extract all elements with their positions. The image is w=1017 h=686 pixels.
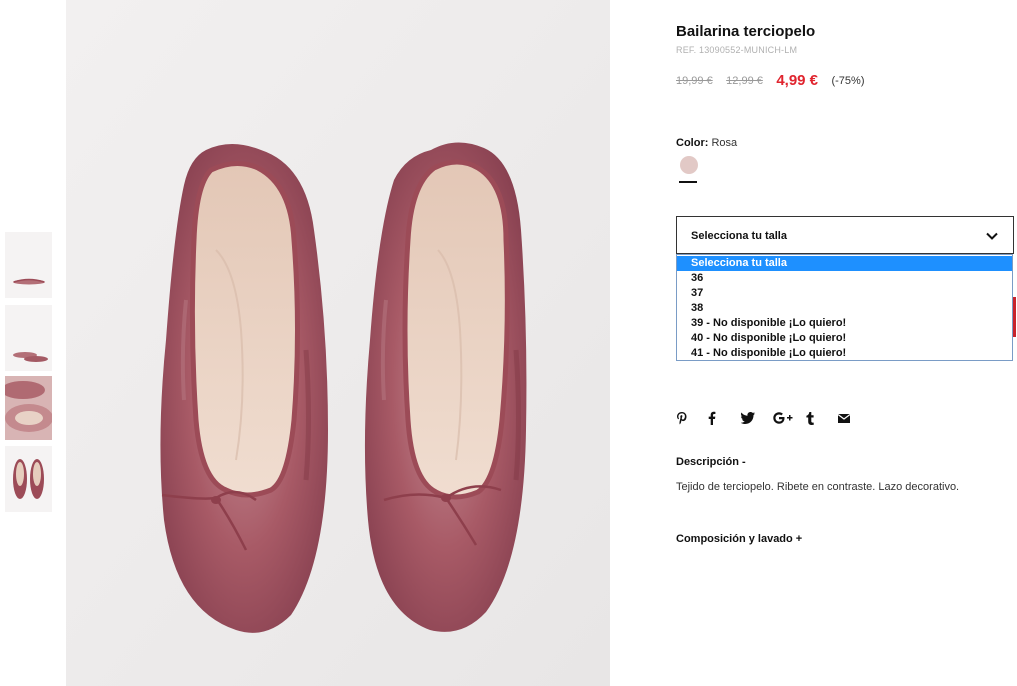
- previous-price: 12,99 €: [726, 74, 763, 87]
- tumblr-icon[interactable]: [806, 410, 834, 426]
- discount-percentage: (-75%): [831, 74, 865, 87]
- size-option[interactable]: Selecciona tu talla: [677, 256, 1012, 271]
- pinterest-icon[interactable]: [676, 410, 704, 426]
- size-select[interactable]: Selecciona tu talla: [676, 216, 1014, 254]
- google-plus-icon[interactable]: [773, 410, 801, 426]
- size-option[interactable]: 40 - No disponible ¡Lo quiero!: [677, 331, 1012, 346]
- facebook-icon[interactable]: [708, 410, 736, 426]
- color-label-title: Color:: [676, 137, 709, 149]
- color-value: Rosa: [711, 137, 738, 149]
- size-dropdown-list: Selecciona tu talla 36 37 38 39 - No dis…: [676, 254, 1013, 361]
- thumbnail-detail[interactable]: [5, 376, 52, 440]
- product-title: Bailarina terciopelo: [676, 23, 816, 40]
- thumbnail-side-view[interactable]: [5, 232, 52, 298]
- twitter-icon[interactable]: [740, 410, 769, 426]
- description-text: Tejido de terciopelo. Ribete en contrast…: [676, 481, 960, 493]
- original-price: 19,99 €: [676, 74, 713, 87]
- thumbnail-gallery: [5, 0, 53, 686]
- product-info-panel: Bailarina terciopelo REF. 13090552-MUNIC…: [676, 0, 1016, 686]
- price-block: 19,99 € 12,99 € 4,99 € (-75%): [676, 72, 865, 92]
- size-option[interactable]: 39 - No disponible ¡Lo quiero!: [677, 316, 1012, 331]
- selected-swatch-indicator: [679, 181, 697, 183]
- color-swatch-rosa[interactable]: [680, 156, 698, 174]
- email-icon[interactable]: [837, 410, 866, 426]
- add-to-cart-button-edge[interactable]: [1013, 297, 1016, 337]
- color-label: Color: Rosa: [676, 137, 737, 149]
- right-shoe: [364, 142, 527, 632]
- size-option[interactable]: 37: [677, 286, 1012, 301]
- product-main-image: [66, 0, 610, 686]
- sale-price: 4,99 €: [776, 72, 819, 90]
- size-select-value: Selecciona tu talla: [691, 230, 787, 242]
- size-option[interactable]: 38: [677, 301, 1012, 316]
- thumbnail-top-view[interactable]: [5, 446, 52, 512]
- social-share-bar: [676, 409, 866, 427]
- product-reference: REF. 13090552-MUNICH-LM: [676, 45, 798, 55]
- chevron-down-icon: [986, 232, 998, 240]
- size-option[interactable]: 41 - No disponible ¡Lo quiero!: [677, 346, 1012, 361]
- composition-heading[interactable]: Composición y lavado +: [676, 533, 802, 545]
- left-shoe: [160, 144, 328, 633]
- description-heading[interactable]: Descripción -: [676, 456, 746, 468]
- size-option[interactable]: 36: [677, 271, 1012, 286]
- thumbnail-pair-side[interactable]: [5, 305, 52, 371]
